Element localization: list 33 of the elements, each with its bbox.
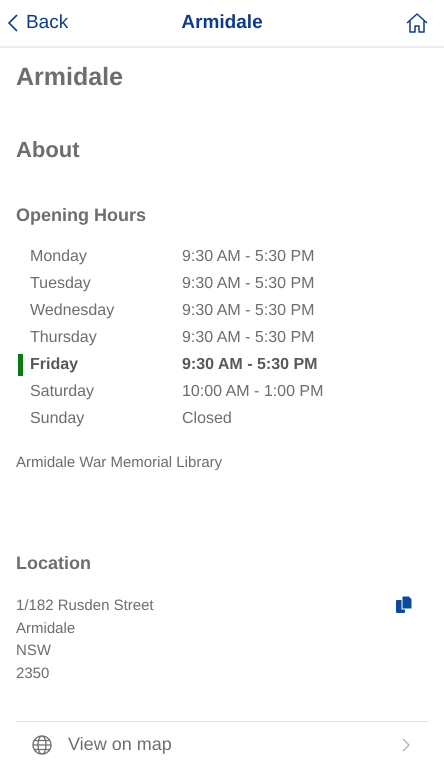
chevron-left-icon: [8, 14, 18, 32]
day-name: Wednesday: [30, 302, 116, 320]
opening-hours: 9:30 AM - 5:30 PM: [182, 356, 318, 374]
chevron-right-icon: [402, 738, 410, 752]
view-on-map-button[interactable]: View on map: [16, 721, 428, 767]
address-line: Armidale: [16, 618, 76, 638]
opening-hours: 9:30 AM - 5:30 PM: [182, 274, 316, 292]
globe-icon: [32, 734, 52, 754]
section-heading: Location: [16, 553, 92, 574]
address-line: NSW: [16, 641, 52, 660]
opening-hours: 9:30 AM - 5:30 PM: [182, 328, 316, 346]
day-name: Friday: [30, 356, 80, 374]
day-name: Monday: [30, 248, 88, 266]
page-heading: Armidale: [16, 63, 124, 92]
opening-hours: Closed: [182, 410, 233, 428]
copy-button[interactable]: [396, 596, 412, 614]
branch-name: Armidale War Memorial Library: [16, 454, 224, 471]
day-name: Tuesday: [30, 274, 92, 292]
address-line: 2350: [16, 664, 50, 683]
day-name: Thursday: [30, 328, 98, 346]
opening-hours: 10:00 AM - 1:00 PM: [182, 382, 324, 400]
section-heading: About: [16, 137, 81, 163]
opening-hours: 9:30 AM - 5:30 PM: [182, 302, 316, 320]
day-name: Sunday: [30, 410, 86, 428]
copy-icon: [396, 596, 412, 613]
day-name: Saturday: [30, 382, 96, 400]
home-button[interactable]: [406, 13, 428, 33]
back-button[interactable]: Back: [8, 12, 68, 34]
section-heading: Opening Hours: [16, 205, 147, 226]
opening-hours: 9:30 AM - 5:30 PM: [182, 248, 316, 266]
address-line: 1/182 Rusden Street: [16, 596, 155, 616]
home-icon: [406, 13, 428, 33]
page-title: Armidale: [181, 12, 263, 33]
